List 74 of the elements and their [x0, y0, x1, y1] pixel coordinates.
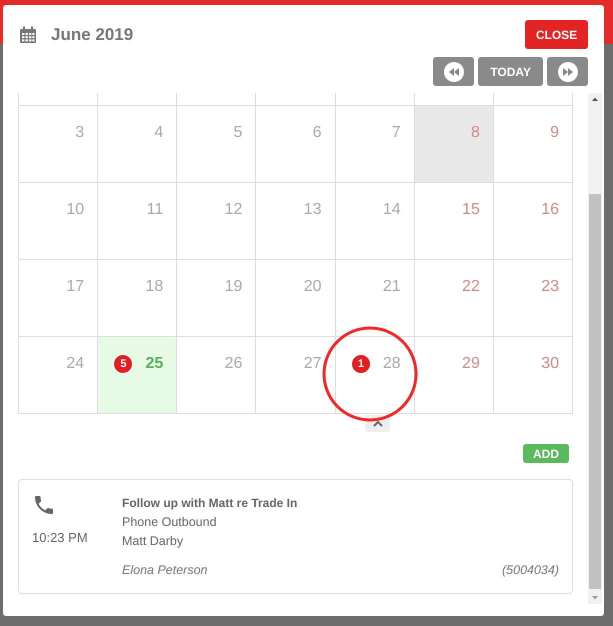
today-button[interactable]: TODAY	[478, 57, 543, 86]
day-cell[interactable]: 29	[414, 337, 494, 413]
next-button[interactable]	[547, 57, 588, 86]
day-number: 23	[541, 278, 559, 296]
day-number: 26	[224, 355, 242, 373]
day-cell[interactable]: 16	[494, 183, 573, 259]
day-number: 17	[66, 278, 84, 296]
owner-name: Elona Peterson	[122, 563, 208, 577]
day-number: 11	[146, 201, 164, 219]
day-number: 12	[224, 201, 242, 219]
day-cell[interactable]: 11	[98, 183, 178, 259]
day-number: 4	[154, 124, 164, 142]
day-cell[interactable]: 21	[336, 260, 415, 336]
day-cell[interactable]: 30	[494, 337, 573, 413]
day-number: 22	[462, 278, 480, 296]
day-number: 13	[304, 201, 322, 219]
event-card[interactable]: 10:23 PM Follow up with Matt re Trade In Phone Outbound Matt Darby Elona Peterson (5004034)	[18, 479, 573, 594]
event-count-badge: 5	[113, 354, 134, 374]
event-title: Follow up with Matt re Trade In	[122, 496, 298, 510]
day-cell[interactable]: 9	[494, 106, 573, 182]
day-cell[interactable]: 27	[256, 337, 336, 413]
day-cell[interactable]: 8	[414, 106, 494, 182]
day-number: 21	[382, 278, 401, 296]
dialog-title: June 2019	[51, 24, 134, 44]
day-cell[interactable]: 13	[256, 183, 336, 259]
reference-number: (5004034)	[502, 563, 559, 577]
day-number: 29	[462, 355, 480, 373]
event-type: Phone Outbound	[122, 515, 218, 529]
day-cell[interactable]: 3	[19, 106, 98, 182]
day-number: 18	[145, 278, 164, 296]
day-cell[interactable]: 14	[336, 183, 415, 259]
calendar-icon	[19, 26, 37, 44]
day-cell[interactable]: 17	[19, 260, 98, 336]
day-cell[interactable]: 4	[98, 106, 178, 182]
day-number: 9	[550, 124, 559, 142]
day-number: 20	[304, 278, 322, 296]
day-cell[interactable]: 19	[177, 260, 256, 336]
day-number: 14	[382, 201, 401, 219]
day-number: 7	[392, 124, 401, 142]
day-number: 16	[541, 201, 559, 219]
day-cell[interactable]: 23	[494, 260, 573, 336]
rewind-icon	[444, 62, 464, 82]
day-number: 3	[75, 124, 84, 142]
contact-name: Matt Darby	[122, 534, 184, 548]
day-number: 8	[470, 124, 480, 142]
previous-button[interactable]	[433, 57, 474, 86]
day-number: 25	[145, 355, 164, 373]
day-number: 10	[66, 201, 84, 219]
day-cell[interactable]: 10	[19, 183, 98, 259]
day-cell[interactable]: 18	[98, 260, 178, 336]
event-time: 10:23 PM	[32, 530, 88, 545]
day-cell[interactable]: 12	[177, 183, 256, 259]
day-cell[interactable]: 22	[414, 260, 494, 336]
day-cell[interactable]: 5 25	[98, 337, 178, 413]
day-number: 19	[224, 278, 242, 296]
day-number: 30	[541, 355, 559, 373]
scrollbar[interactable]	[588, 93, 602, 604]
day-number: 24	[66, 355, 84, 373]
day-cell[interactable]: 5	[177, 106, 256, 182]
day-number: 5	[234, 124, 242, 142]
event-count-badge: 1	[350, 354, 371, 374]
day-number: 6	[312, 124, 322, 142]
phone-icon	[32, 493, 56, 517]
day-cell[interactable]: 6	[256, 106, 336, 182]
add-button[interactable]: ADD	[523, 444, 569, 463]
day-number: 27	[304, 355, 322, 373]
day-cell[interactable]: 20	[256, 260, 336, 336]
fast-forward-icon	[558, 62, 578, 82]
day-number: 15	[462, 201, 480, 219]
day-number: 28	[382, 355, 401, 373]
caret-icon	[372, 420, 382, 426]
close-button[interactable]: CLOSE	[525, 20, 588, 49]
day-cell[interactable]: 26	[177, 337, 256, 413]
day-cell[interactable]: 15	[414, 183, 494, 259]
